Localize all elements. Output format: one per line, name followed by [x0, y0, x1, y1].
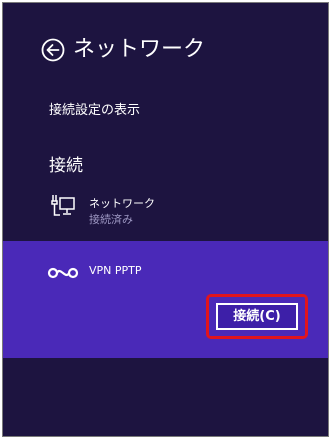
- view-connection-settings-link[interactable]: 接続設定の表示: [49, 99, 140, 118]
- network-name: ネットワーク: [89, 197, 155, 210]
- connect-button-highlight: 接続(C): [206, 294, 308, 339]
- panel-header: ネットワーク: [3, 3, 328, 83]
- connect-button[interactable]: 接続(C): [216, 303, 298, 330]
- network-charm-panel: ネットワーク 接続設定の表示 接続 ネットワーク 接続済み VPN PPTP 接…: [2, 2, 329, 437]
- wired-network-icon: [50, 193, 76, 219]
- vpn-name: VPN PPTP: [89, 264, 142, 277]
- page-title: ネットワーク: [73, 37, 206, 62]
- vpn-connection-item[interactable]: VPN PPTP 接続(C): [3, 241, 328, 358]
- back-arrow-icon: [41, 38, 65, 62]
- back-button[interactable]: [41, 38, 65, 62]
- vpn-icon: [47, 264, 79, 282]
- connections-section-title: 接続: [49, 156, 83, 176]
- network-item-wired[interactable]: ネットワーク 接続済み: [3, 188, 328, 238]
- network-status: 接続済み: [89, 213, 133, 226]
